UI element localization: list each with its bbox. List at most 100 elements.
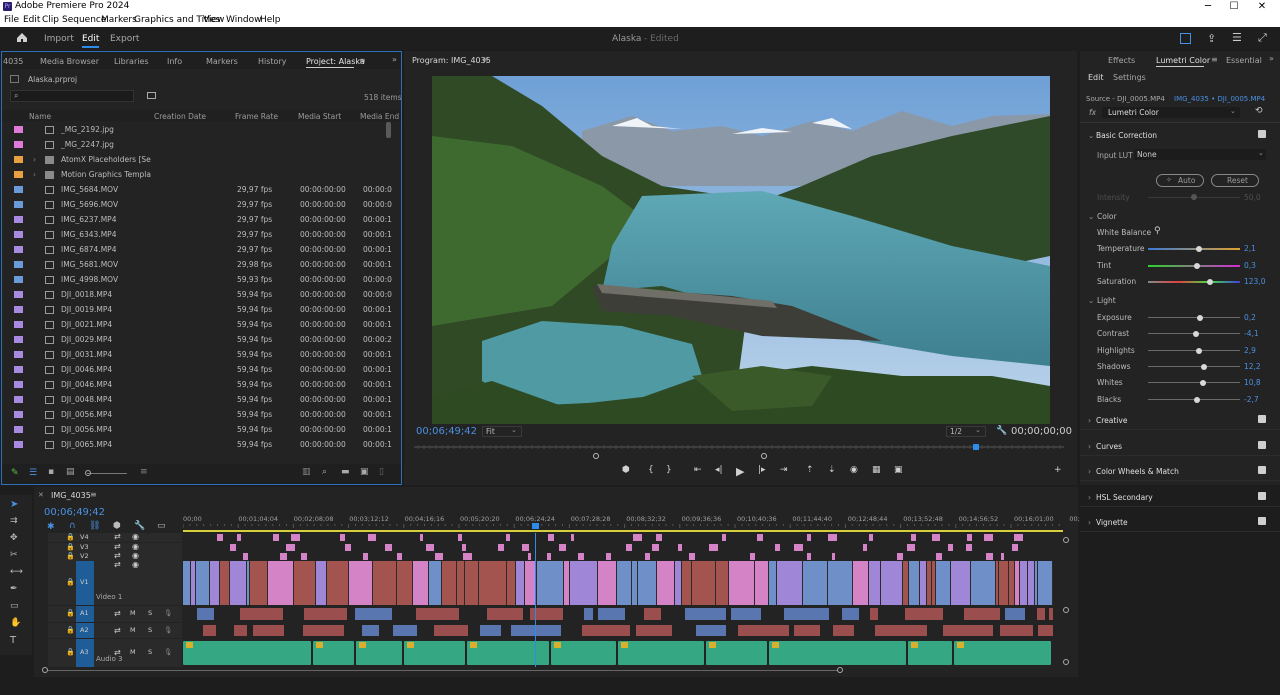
- zoom-slider[interactable]: [87, 473, 127, 474]
- track-lane-a3[interactable]: [183, 639, 1056, 667]
- slider-value[interactable]: 2,9: [1244, 346, 1256, 355]
- list-item[interactable]: DJI_0021.MP4 59,94 fps 00:00:00:00 00:00:1: [2, 317, 392, 332]
- label-color-swatch[interactable]: [14, 231, 23, 238]
- freeform-view-icon[interactable]: ▤: [66, 467, 75, 477]
- track-target[interactable]: V1: [76, 561, 94, 605]
- label-color-swatch[interactable]: [14, 396, 23, 403]
- tab-media-browser[interactable]: Media Browser: [40, 57, 99, 66]
- label-color-swatch[interactable]: [14, 261, 23, 268]
- clip[interactable]: [462, 544, 466, 551]
- clip[interactable]: [397, 553, 402, 560]
- step-back-icon[interactable]: ◂|: [715, 465, 723, 475]
- col-frame-rate[interactable]: Frame Rate: [235, 112, 278, 121]
- more-tabs-icon[interactable]: »: [1269, 54, 1274, 63]
- mute-button[interactable]: M: [130, 648, 136, 656]
- menu-sequence[interactable]: Sequence: [62, 15, 106, 25]
- home-icon[interactable]: [16, 32, 28, 43]
- clip[interactable]: [516, 561, 525, 605]
- clip[interactable]: [237, 534, 241, 541]
- clip[interactable]: [1020, 561, 1028, 605]
- eye-icon[interactable]: ◉: [132, 560, 139, 569]
- col-media-end[interactable]: Media End: [360, 112, 399, 121]
- playhead-marker[interactable]: [532, 523, 539, 529]
- clip[interactable]: [442, 561, 457, 605]
- clip[interactable]: [598, 561, 617, 605]
- close-icon[interactable]: ✕: [1244, 0, 1280, 14]
- tab-essential[interactable]: Essential: [1226, 56, 1262, 65]
- label-color-swatch[interactable]: [14, 321, 23, 328]
- track-target[interactable]: A1: [76, 606, 94, 622]
- reset-effect-icon[interactable]: ⟲: [1255, 106, 1263, 116]
- list-item[interactable]: DJI_0031.MP4 59,94 fps 00:00:00:00 00:00:1: [2, 347, 392, 362]
- label-color-swatch[interactable]: [14, 336, 23, 343]
- list-item[interactable]: IMG_5681.MOV 29,98 fps 00:00:00:00 00:00:1: [2, 257, 392, 272]
- basic-correction-checkbox[interactable]: [1258, 130, 1266, 138]
- intensity-slider-knob[interactable]: [1191, 194, 1197, 200]
- label-color-swatch[interactable]: [14, 291, 23, 298]
- list-item[interactable]: _MG_2192.jpg: [2, 122, 385, 137]
- sync-lock-icon[interactable]: ⇄: [114, 551, 121, 560]
- sync-lock-icon[interactable]: ⇄: [114, 560, 121, 569]
- audio-clip[interactable]: [467, 641, 549, 665]
- clip[interactable]: [729, 561, 755, 605]
- slider-knob[interactable]: [1193, 396, 1200, 403]
- sequence-menu-icon[interactable]: ≡: [90, 490, 97, 499]
- audio-clip[interactable]: [875, 625, 927, 636]
- type-tool-icon[interactable]: T: [10, 635, 16, 646]
- track-header-a3[interactable]: 🔒 A3 M S 🎙 ⇄ Audio 3: [48, 639, 182, 667]
- section-creative[interactable]: Creative: [1096, 416, 1127, 425]
- audio-clip[interactable]: [303, 625, 344, 636]
- clip[interactable]: [507, 561, 516, 605]
- clip[interactable]: [920, 561, 927, 605]
- clip[interactable]: [316, 561, 327, 605]
- clip[interactable]: [828, 534, 837, 541]
- slider-value[interactable]: 0,3: [1244, 261, 1256, 270]
- slider-value[interactable]: 123,0: [1244, 277, 1265, 286]
- audio-clip[interactable]: [356, 641, 402, 665]
- playhead-scrubber[interactable]: [414, 443, 1064, 451]
- slider-value[interactable]: 2,1: [1244, 244, 1256, 253]
- section-checkbox[interactable]: [1258, 466, 1266, 474]
- clip[interactable]: [457, 561, 465, 605]
- lift-icon[interactable]: ⇡: [806, 465, 814, 475]
- mark-in-icon[interactable]: {: [648, 465, 654, 475]
- clip[interactable]: [537, 561, 564, 605]
- timeline-ruler[interactable]: 00;00 00;01;04;04 00;02;08;08 00;03;12;12 00…: [183, 513, 1080, 533]
- clip[interactable]: [652, 544, 659, 551]
- zoom-slider-knob[interactable]: [85, 470, 91, 476]
- audio-clip[interactable]: [582, 625, 630, 636]
- clip[interactable]: [368, 534, 376, 541]
- clip[interactable]: [936, 561, 951, 605]
- track-select-tool-icon[interactable]: ⇉: [10, 516, 18, 526]
- audio-clip[interactable]: [511, 625, 561, 636]
- timeline-settings-icon[interactable]: 🔧: [134, 521, 145, 531]
- audio-clip[interactable]: [769, 641, 906, 665]
- clip[interactable]: [506, 534, 510, 541]
- clip[interactable]: [349, 561, 373, 605]
- clip[interactable]: [345, 544, 351, 551]
- clip[interactable]: [722, 534, 726, 541]
- audio-clip[interactable]: [480, 625, 501, 636]
- slider-track[interactable]: [1148, 365, 1240, 367]
- menu-view[interactable]: View: [203, 15, 224, 25]
- clip[interactable]: [657, 561, 675, 605]
- label-color-swatch[interactable]: [14, 411, 23, 418]
- clip[interactable]: [689, 553, 695, 560]
- ripple-edit-tool-icon[interactable]: ✥: [10, 533, 18, 543]
- section-basic-correction[interactable]: Basic Correction: [1096, 131, 1157, 140]
- microphone-icon[interactable]: 🎙: [164, 648, 172, 656]
- clip[interactable]: [999, 561, 1009, 605]
- clip[interactable]: [656, 534, 662, 541]
- clip[interactable]: [230, 561, 247, 605]
- clip[interactable]: [429, 561, 442, 605]
- clip[interactable]: [966, 544, 972, 551]
- captions-icon[interactable]: ▭: [157, 521, 166, 531]
- audio-clip[interactable]: [644, 608, 661, 620]
- clip[interactable]: [498, 544, 504, 551]
- slider-value[interactable]: 10,8: [1244, 378, 1261, 387]
- track-header-v4[interactable]: 🔒 V4 ◉ ⇄: [48, 532, 182, 542]
- auto-button[interactable]: ✧ Auto: [1156, 174, 1204, 187]
- slider-knob[interactable]: [1201, 363, 1208, 370]
- magnet-icon[interactable]: ∩: [69, 521, 76, 531]
- clip[interactable]: [645, 553, 650, 560]
